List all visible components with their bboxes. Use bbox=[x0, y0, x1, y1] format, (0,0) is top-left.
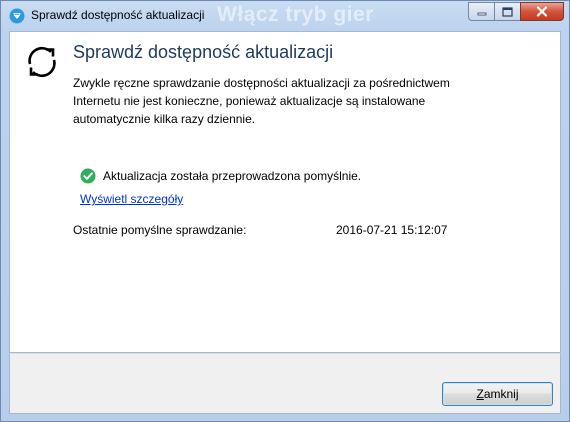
status-message: Aktualizacja została przeprowadzona pomy… bbox=[103, 169, 362, 183]
shield-logo-icon bbox=[9, 8, 25, 24]
title-bar[interactable]: Włącz tryb gier Sprawdź dostępność aktua… bbox=[1, 1, 569, 31]
last-check-timestamp: 2016-07-21 15:12:07 bbox=[336, 223, 448, 237]
window-title: Sprawdź dostępność aktualizacji bbox=[31, 8, 205, 22]
dialog-heading: Sprawdź dostępność aktualizacji bbox=[73, 42, 334, 62]
refresh-icon bbox=[28, 46, 56, 78]
background-window-text: Włącz tryb gier bbox=[217, 3, 374, 26]
description-text: Zwykle ręczne sprawdzanie dostępności ak… bbox=[73, 76, 450, 126]
minimize-icon bbox=[477, 12, 486, 15]
close-window-button[interactable] bbox=[520, 2, 564, 21]
close-button-label: amknij bbox=[483, 387, 519, 401]
dialog-footer: Zamknij bbox=[9, 353, 561, 414]
minimize-button[interactable] bbox=[468, 2, 495, 21]
show-details-link[interactable]: Wyświetl szczegóły bbox=[80, 192, 183, 206]
maximize-icon bbox=[502, 6, 513, 17]
close-button-mnemonic: Z bbox=[476, 387, 484, 401]
close-icon bbox=[536, 6, 548, 17]
dialog-content: Sprawdź dostępność aktualizacji Zwykle r… bbox=[9, 31, 561, 353]
close-button[interactable]: Zamknij bbox=[442, 382, 553, 406]
caption-buttons bbox=[468, 2, 564, 22]
last-check-label: Ostatnie pomyślne sprawdzanie: bbox=[73, 223, 247, 237]
dialog-window: Włącz tryb gier Sprawdź dostępność aktua… bbox=[0, 0, 570, 422]
maximize-button[interactable] bbox=[494, 2, 521, 21]
check-circle-icon bbox=[80, 168, 96, 184]
